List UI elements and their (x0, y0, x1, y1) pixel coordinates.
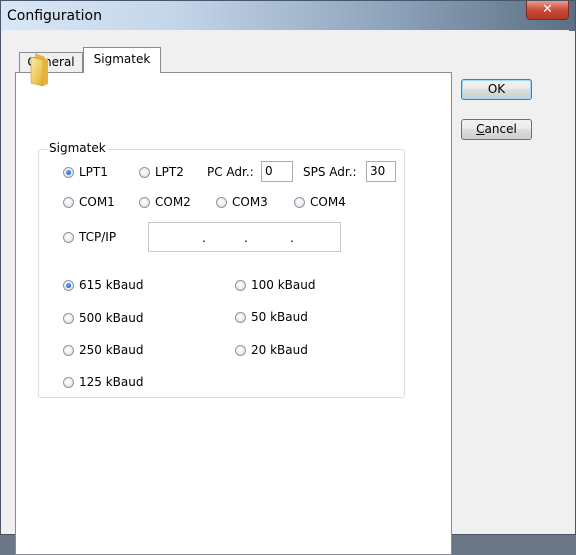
radio-com4[interactable]: COM4 (294, 193, 346, 211)
close-icon: ✕ (542, 2, 553, 17)
ok-button[interactable]: OK (461, 79, 532, 100)
cancel-button-label: Cancel (476, 122, 517, 136)
radio-lpt2[interactable]: LPT2 (139, 163, 184, 181)
radio-baud-125[interactable]: 125 kBaud (63, 373, 143, 391)
radio-baud-20-indicator (235, 344, 246, 356)
tab-sigmatek[interactable]: Sigmatek (83, 47, 161, 73)
radio-baud-125-label: 125 kBaud (79, 375, 144, 389)
radio-com3[interactable]: COM3 (216, 193, 268, 211)
window-title: Configuration (7, 8, 102, 24)
radio-com3-label: COM3 (232, 195, 268, 209)
sps-adr-input[interactable]: 30 (366, 161, 396, 182)
radio-baud-125-indicator (63, 376, 74, 388)
ok-button-label: OK (487, 82, 506, 96)
radio-com1-indicator (63, 196, 74, 208)
radio-tcpip[interactable]: TCP/IP (63, 228, 116, 246)
sigmatek-group-title: Sigmatek (47, 141, 108, 155)
radio-baud-100[interactable]: 100 kBaud (235, 276, 315, 294)
radio-tcpip-indicator (63, 231, 74, 243)
radio-com2-label: COM2 (155, 195, 191, 209)
radio-com2-indicator (139, 196, 150, 208)
radio-com2[interactable]: COM2 (139, 193, 191, 211)
tab-sigmatek-label: Sigmatek (93, 52, 151, 66)
radio-com3-indicator (216, 196, 227, 208)
radio-baud-250-indicator (63, 344, 74, 356)
radio-baud-100-label: 100 kBaud (251, 278, 316, 292)
radio-baud-20[interactable]: 20 kBaud (235, 341, 308, 359)
radio-com4-label: COM4 (310, 195, 346, 209)
radio-com1[interactable]: COM1 (63, 193, 115, 211)
sigmatek-groupbox (38, 149, 405, 398)
sps-adr-label: SPS Adr.: (303, 165, 357, 179)
radio-lpt1-indicator (63, 166, 74, 178)
folder-icon (30, 53, 48, 87)
cancel-button[interactable]: Cancel (461, 119, 532, 140)
radio-baud-500-label: 500 kBaud (79, 311, 144, 325)
radio-baud-615-indicator (63, 279, 74, 291)
radio-com1-label: COM1 (79, 195, 115, 209)
radio-baud-615[interactable]: 615 kBaud (63, 276, 143, 294)
pc-adr-label: PC Adr.: (207, 165, 254, 179)
radio-lpt1-label: LPT1 (79, 165, 108, 179)
pc-adr-input[interactable]: 0 (261, 161, 293, 182)
radio-baud-50[interactable]: 50 kBaud (235, 308, 308, 326)
radio-baud-100-indicator (235, 279, 246, 291)
radio-baud-50-label: 50 kBaud (251, 310, 308, 324)
radio-baud-250-label: 250 kBaud (79, 343, 144, 357)
radio-baud-20-label: 20 kBaud (251, 343, 308, 357)
ip-separator: . (244, 231, 248, 245)
radio-lpt2-label: LPT2 (155, 165, 184, 179)
ip-separator: . (290, 231, 294, 245)
radio-lpt1[interactable]: LPT1 (63, 163, 108, 181)
radio-baud-500-indicator (63, 312, 74, 324)
radio-baud-50-indicator (235, 311, 246, 323)
radio-lpt2-indicator (139, 166, 150, 178)
ip-separator: . (202, 231, 206, 245)
ip-address-input[interactable]: . . . (148, 222, 341, 252)
radio-tcpip-label: TCP/IP (79, 230, 117, 244)
radio-baud-615-label: 615 kBaud (79, 278, 144, 292)
title-bar[interactable]: Configuration (1, 1, 575, 31)
radio-com4-indicator (294, 196, 305, 208)
close-button[interactable]: ✕ (526, 1, 569, 20)
radio-baud-250[interactable]: 250 kBaud (63, 341, 143, 359)
radio-baud-500[interactable]: 500 kBaud (63, 309, 143, 327)
